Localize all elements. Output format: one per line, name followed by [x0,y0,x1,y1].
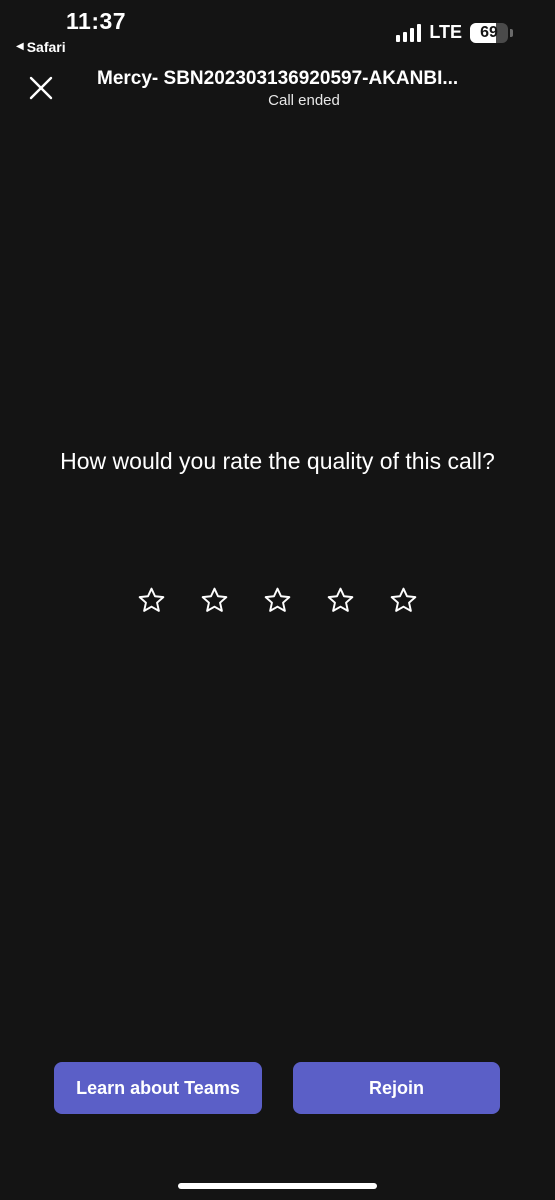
status-indicators: LTE 69 [396,22,513,43]
star-rating [137,586,418,615]
close-icon [29,76,53,100]
rejoin-button[interactable]: Rejoin [293,1062,500,1114]
back-app-label: Safari [26,39,66,55]
learn-about-teams-button[interactable]: Learn about Teams [54,1062,262,1114]
star-icon-1[interactable] [137,586,166,615]
battery-percent: 69 [480,23,498,41]
back-triangle-icon: ◀ [16,41,24,52]
star-icon-5[interactable] [389,586,418,615]
star-icon-3[interactable] [263,586,292,615]
status-time: 11:37 [66,8,127,34]
call-title: Mercy- SBN202303136920597-AKANBI... [97,68,459,89]
star-icon-4[interactable] [326,586,355,615]
close-button[interactable] [27,74,55,102]
cellular-signal-icon [396,23,422,42]
battery-icon: 69 [470,22,513,43]
rating-question: How would you rate the quality of this c… [60,448,495,474]
network-type: LTE [429,22,462,42]
star-icon-2[interactable] [200,586,229,615]
call-status: Call ended [268,92,340,109]
home-indicator [178,1183,377,1189]
back-to-safari-link[interactable]: ◀ Safari [16,39,66,55]
